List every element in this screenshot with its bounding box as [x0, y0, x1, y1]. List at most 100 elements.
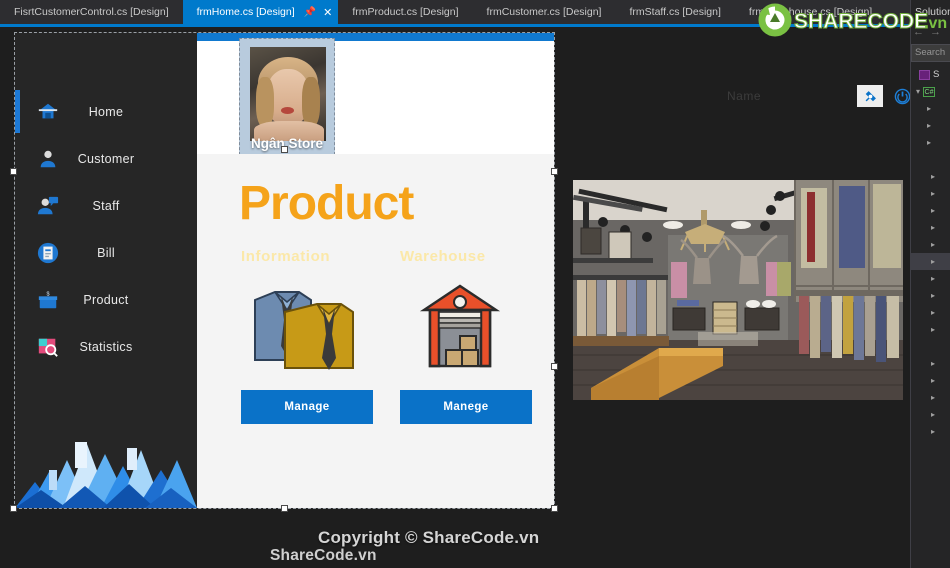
editor-tab-2[interactable]: frmProduct.cs [Design]	[338, 0, 473, 24]
selection-handle-bottom-right[interactable]	[551, 505, 558, 512]
tree-row-label: S	[933, 69, 940, 80]
tree-row[interactable]: ▸	[911, 168, 950, 185]
chevron-right-icon[interactable]: ▸	[931, 393, 935, 402]
winform-designer-surface[interactable]: Home Customer Staff Bill $ Product Stati…	[0, 27, 910, 568]
tree-row-project[interactable]: ▾ C#	[911, 83, 950, 100]
tree-row[interactable]: ▸	[911, 185, 950, 202]
button-label: Manage	[284, 401, 330, 413]
chevron-down-icon[interactable]: ▾	[916, 87, 920, 96]
chevron-right-icon[interactable]: ▸	[931, 206, 935, 215]
selection-handle-bottom-mid[interactable]	[281, 505, 288, 512]
photo-hair-left	[256, 77, 274, 127]
pin-icon[interactable]: 📌	[304, 7, 316, 18]
manage-information-button[interactable]: Manage	[241, 390, 373, 424]
selection-handle-top-mid[interactable]	[281, 146, 288, 153]
chevron-right-icon[interactable]: ▸	[931, 325, 935, 334]
photo-hair-right	[302, 77, 320, 127]
frm-home-form[interactable]: Home Customer Staff Bill $ Product Stati…	[14, 32, 910, 509]
store-logo-box[interactable]: Ngân Store	[239, 38, 335, 160]
tree-row[interactable]: ▸	[911, 304, 950, 321]
chevron-right-icon[interactable]: ▸	[931, 359, 935, 368]
sidebar-menu: Home Customer Staff Bill $ Product Stati…	[15, 88, 197, 370]
sidebar-item-label: Staff	[92, 198, 120, 213]
chevron-right-icon[interactable]: ▸	[927, 121, 931, 130]
solution-explorer-panel[interactable]: Solution ← → Search S ▾ C# ▸ ▸ ▸ ▸ ▸ ▸ ▸…	[910, 0, 950, 568]
sidebar-item-customer[interactable]: Customer	[15, 135, 197, 182]
tree-row[interactable]: ▸	[911, 355, 950, 372]
chevron-right-icon[interactable]: ▸	[931, 240, 935, 249]
tree-row[interactable]: ▸	[911, 100, 950, 117]
section-label-warehouse: Warehouse	[400, 248, 486, 265]
chevron-right-icon[interactable]: ▸	[931, 223, 935, 232]
chevron-right-icon[interactable]: ▸	[931, 189, 935, 198]
pin-icon	[865, 90, 876, 101]
section-label-information: Information	[241, 248, 331, 265]
tree-row[interactable]: ▸	[911, 287, 950, 304]
chevron-right-icon[interactable]: ▸	[931, 427, 935, 436]
sidebar-item-product[interactable]: $ Product	[15, 276, 197, 323]
button-label: Manege	[443, 401, 489, 413]
user-name-label: Name	[727, 89, 762, 103]
solution-tree[interactable]: S ▾ C# ▸ ▸ ▸ ▸ ▸ ▸ ▸ ▸ ▸ ▸ ▸ ▸ ▸ ▸ ▸ ▸ ▸…	[911, 66, 950, 440]
selection-handle-bottom-left[interactable]	[10, 505, 17, 512]
chevron-right-icon[interactable]: ▸	[931, 376, 935, 385]
editor-tab-5[interactable]: frmWarehouse.cs [Design]	[734, 0, 887, 24]
tree-row[interactable]	[911, 338, 950, 355]
sidebar-item-label: Product	[83, 292, 129, 307]
sidebar-item-bill[interactable]: Bill	[15, 229, 197, 276]
forward-arrow-icon[interactable]: →	[930, 26, 941, 38]
tree-row[interactable]: ▸	[911, 117, 950, 134]
editor-tab-1-active[interactable]: frmHome.cs [Design] 📌 ✕	[182, 0, 339, 24]
chevron-right-icon[interactable]: ▸	[931, 308, 935, 317]
sidebar-item-staff[interactable]: Staff	[15, 182, 197, 229]
chevron-right-icon[interactable]: ▸	[931, 257, 935, 266]
editor-tab-label: frmStaff.cs [Design]	[629, 6, 721, 18]
editor-tab-label: frmWarehouse.cs [Design]	[748, 6, 873, 18]
chevron-right-icon[interactable]: ▸	[927, 138, 931, 147]
tree-row[interactable]	[911, 151, 950, 168]
photo-lips	[281, 107, 294, 114]
editor-tab-3[interactable]: frmCustomer.cs [Design]	[472, 0, 616, 24]
manage-warehouse-button[interactable]: Manege	[400, 390, 532, 424]
shirt-tie-icon[interactable]	[241, 276, 361, 376]
sidebar-item-label: Statistics	[79, 339, 133, 354]
polygon-mountain-graphic	[15, 420, 197, 508]
editor-tab-0[interactable]: FisrtCustomerControl.cs [Design]	[0, 0, 183, 24]
solution-icon	[919, 69, 930, 80]
sidebar-item-home[interactable]: Home	[15, 88, 197, 135]
chevron-right-icon[interactable]: ▸	[931, 410, 935, 419]
chevron-right-icon[interactable]: ▸	[927, 104, 931, 113]
tree-row[interactable]: ▸	[911, 202, 950, 219]
tree-row[interactable]: ▸	[911, 372, 950, 389]
tree-row[interactable]: ▸	[911, 270, 950, 287]
tree-row[interactable]: ▸	[911, 406, 950, 423]
tree-row-solution[interactable]: S	[911, 66, 950, 83]
page-title: Product	[239, 177, 414, 230]
selection-handle-right-top[interactable]	[551, 168, 558, 175]
back-arrow-icon[interactable]: ←	[913, 26, 924, 38]
search-input[interactable]: Search	[911, 44, 950, 62]
tree-row[interactable]: ▸	[911, 219, 950, 236]
selection-handle-left-mid[interactable]	[10, 168, 17, 175]
editor-tab-4[interactable]: frmStaff.cs [Design]	[615, 0, 735, 24]
sidebar-item-label: Home	[88, 104, 124, 119]
pin-button[interactable]	[857, 85, 883, 107]
editor-tab-label: frmCustomer.cs [Design]	[486, 6, 602, 18]
chevron-right-icon[interactable]: ▸	[931, 274, 935, 283]
tree-row-selected[interactable]: ▸	[911, 253, 950, 270]
sidebar-item-statistics[interactable]: Statistics	[15, 323, 197, 370]
editor-tab-label: frmHome.cs [Design]	[196, 6, 295, 18]
power-button[interactable]	[889, 85, 910, 107]
chevron-right-icon[interactable]: ▸	[931, 291, 935, 300]
warehouse-icon[interactable]	[400, 276, 520, 376]
chevron-right-icon[interactable]: ▸	[931, 172, 935, 181]
csharp-project-icon: C#	[923, 86, 936, 97]
form-footer-strip	[197, 484, 554, 508]
tree-row[interactable]: ▸	[911, 389, 950, 406]
tree-row[interactable]: ▸	[911, 134, 950, 151]
tree-row[interactable]: ▸	[911, 423, 950, 440]
close-icon[interactable]: ✕	[323, 6, 332, 19]
tree-row[interactable]: ▸	[911, 321, 950, 338]
tree-row[interactable]: ▸	[911, 236, 950, 253]
selection-handle-right-mid[interactable]	[551, 363, 558, 370]
